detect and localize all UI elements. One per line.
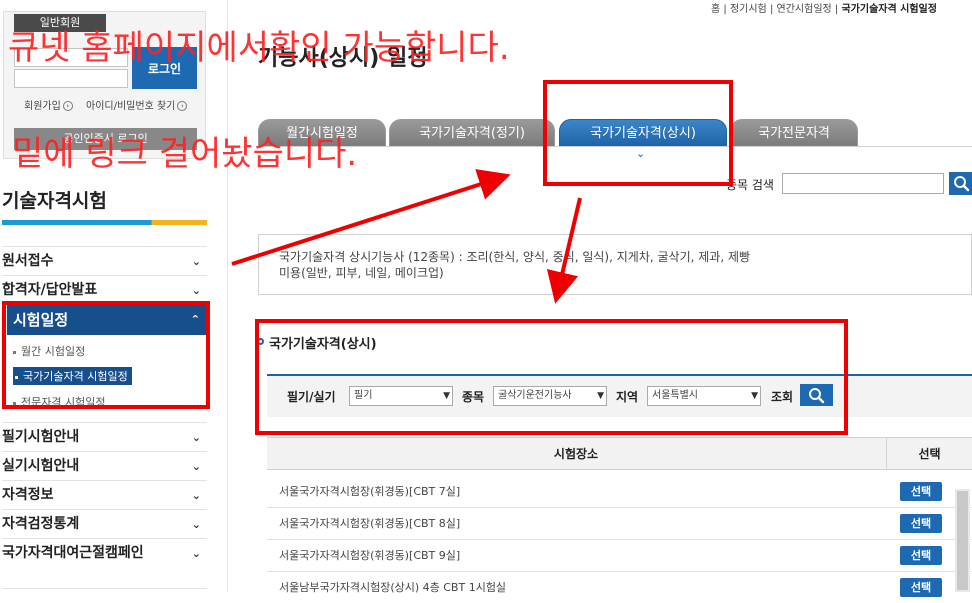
annotation-box-tab: [543, 80, 733, 186]
chevron-right-icon: ›: [177, 101, 188, 111]
venue-cell: 서울국가자격시험장(휘경동)[CBT 7실]: [279, 485, 461, 498]
chevron-down-icon: ⌄: [191, 255, 201, 268]
breadcrumb: 홈 | 정기시험 | 연간시험일정 | 국가기술자격 시험일정: [711, 0, 937, 15]
breadcrumb-regular-exam[interactable]: 정기시험: [730, 4, 767, 15]
sidebar-item-label: 실기시험안내: [2, 458, 80, 474]
description-line: 국가기술자격 상시기능사 (12종목) : 조리(한식, 양식, 중식, 일식)…: [279, 250, 751, 264]
breadcrumb-annual-schedule[interactable]: 연간시험일정: [777, 4, 832, 15]
sidebar-item-label: 자격정보: [2, 487, 54, 503]
description-line: 미용(일반, 피부, 네일, 메이크업): [279, 266, 444, 280]
breadcrumb-separator: |: [723, 4, 727, 15]
table-row: 서울국가자격시험장(휘경동)[CBT 9실] 선택: [267, 540, 972, 572]
tab-national-professional[interactable]: 국가전문자격: [730, 119, 858, 147]
signup-link[interactable]: 회원가입 ›: [24, 97, 73, 112]
sidebar-item-label: 국가자격대여근절캠페인: [2, 545, 144, 561]
table-row: 서울국가자격시험장(휘경동)[CBT 8실] 선택: [267, 508, 972, 540]
sidebar-item-written-exam[interactable]: 필기시험안내 ⌄: [2, 422, 207, 451]
sidebar-item-application[interactable]: 원서접수 ⌄: [2, 246, 207, 275]
table-row: 서울남부국가자격시험장(상시) 4층 CBT 1시험실 선택: [267, 572, 972, 597]
table-row: 서울국가자격시험장(휘경동)[CBT 7실] 선택: [267, 476, 972, 508]
sidebar-item-label: 자격검정통계: [2, 516, 80, 532]
breadcrumb-separator: |: [834, 4, 839, 15]
left-sidebar: 일반회원 로그인 회원가입 › 아이디/비밀번호 찾기 › 공인인증서 로그인 기술…: [0, 0, 228, 592]
sidebar-item-campaign[interactable]: 국가자격대여근절캠페인 ⌄: [2, 538, 207, 567]
sidebar-item-label: 필기시험안내: [2, 429, 80, 445]
chevron-right-icon: ›: [62, 101, 73, 111]
annotation-box-filter: [255, 319, 848, 435]
venue-cell: 서울국가자격시험장(휘경동)[CBT 8실]: [279, 517, 461, 530]
chevron-down-icon: ⌄: [191, 431, 201, 444]
breadcrumb-current: 국가기술자격 시험일정: [841, 4, 937, 15]
column-header-select: 선택: [886, 438, 972, 470]
column-header-venue: 시험장소: [553, 447, 599, 461]
select-button[interactable]: 선택: [900, 514, 942, 533]
tab-national-technical-regular[interactable]: 국가기술자격(정기): [389, 119, 555, 147]
select-button[interactable]: 선택: [900, 546, 942, 565]
sidebar-divider: [2, 588, 207, 592]
sidebar-item-qualification-info[interactable]: 자격정보 ⌄: [2, 480, 207, 509]
annotation-box-menu: [2, 301, 210, 409]
signup-label: 회원가입: [24, 101, 61, 112]
sidebar-item-label: 원서접수: [2, 253, 54, 269]
find-account-label: 아이디/비밀번호 찾기: [86, 101, 176, 112]
breadcrumb-home[interactable]: 홈: [711, 4, 720, 15]
select-button[interactable]: 선택: [900, 578, 942, 597]
sidebar-item-statistics[interactable]: 자격검정통계 ⌄: [2, 509, 207, 538]
search-icon: [954, 176, 970, 192]
breadcrumb-separator: |: [769, 4, 774, 15]
sidebar-item-practical-exam[interactable]: 실기시험안내 ⌄: [2, 451, 207, 480]
item-search-label: 종목 검색: [726, 178, 774, 192]
chevron-down-icon: ⌄: [191, 547, 201, 560]
find-account-link[interactable]: 아이디/비밀번호 찾기 ›: [86, 97, 188, 112]
sidebar-item-results[interactable]: 합격자/답안발표 ⌄: [2, 275, 207, 304]
table-header: 시험장소 선택: [267, 437, 972, 470]
item-search-button[interactable]: [949, 172, 972, 195]
description-box: 국가기술자격 상시기능사 (12종목) : 조리(한식, 양식, 중식, 일식)…: [258, 234, 972, 295]
sidebar-title-underline: [2, 220, 207, 225]
annotation-text-2: 밑에 링크 걸어놨습니다.: [12, 134, 358, 174]
sidebar-title: 기술자격시험: [2, 190, 107, 212]
select-button[interactable]: 선택: [900, 482, 942, 501]
chevron-down-icon: ⌄: [191, 518, 201, 531]
chevron-down-icon: ⌄: [191, 489, 201, 502]
chevron-down-icon: ⌄: [191, 460, 201, 473]
sidebar-item-label: 합격자/답안발표: [2, 282, 98, 298]
venue-cell: 서울남부국가자격시험장(상시) 4층 CBT 1시험실: [279, 581, 507, 594]
scrollbar-thumb[interactable]: [957, 491, 968, 590]
password-input[interactable]: [14, 69, 128, 88]
item-search-input[interactable]: [782, 173, 944, 194]
venue-cell: 서울국가자격시험장(휘경동)[CBT 9실]: [279, 549, 461, 562]
table-scrollbar[interactable]: [955, 489, 970, 592]
annotation-text-1: 큐넷 홈페이지에서확인 가능합니다.: [8, 28, 510, 68]
